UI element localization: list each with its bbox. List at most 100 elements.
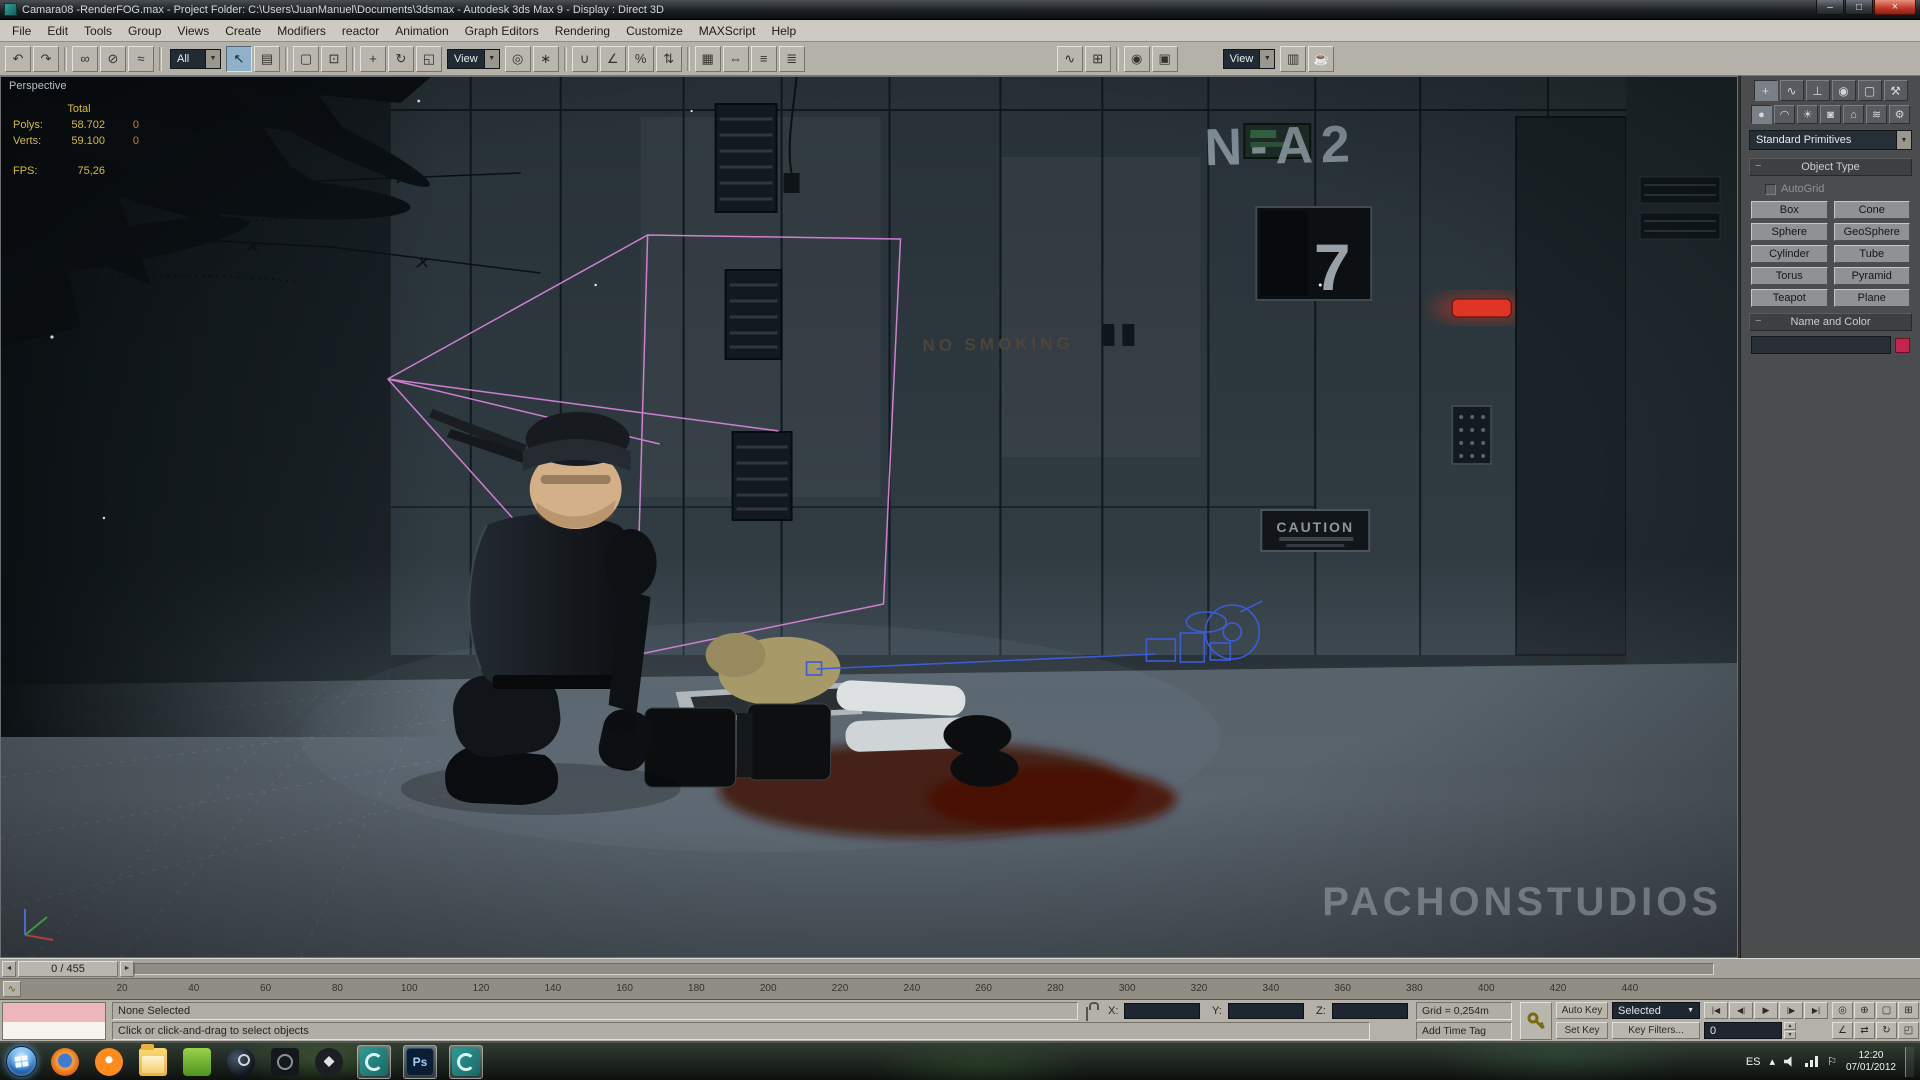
menu-animation[interactable]: Animation bbox=[387, 22, 456, 40]
category-shapes-icon[interactable]: ◠ bbox=[1774, 105, 1795, 124]
menu-rendering[interactable]: Rendering bbox=[547, 22, 618, 40]
quick-render-icon[interactable]: ☕ bbox=[1308, 46, 1334, 72]
time-slider-track[interactable] bbox=[134, 963, 1714, 975]
create-pyramid-button[interactable]: Pyramid bbox=[1834, 267, 1911, 285]
go-to-start-icon[interactable]: |◀ bbox=[1704, 1002, 1728, 1019]
render-setup-icon[interactable]: ▣ bbox=[1152, 46, 1178, 72]
object-type-rollout[interactable]: − Object Type bbox=[1749, 158, 1912, 176]
primitive-category-dropdown[interactable]: Standard Primitives ▼ bbox=[1749, 130, 1912, 150]
create-geosphere-button[interactable]: GeoSphere bbox=[1834, 223, 1911, 241]
green-app-icon[interactable] bbox=[183, 1048, 211, 1076]
frame-spin-down-icon[interactable]: ▼ bbox=[1784, 1031, 1796, 1039]
object-color-swatch[interactable] bbox=[1895, 338, 1910, 353]
menu-reactor[interactable]: reactor bbox=[334, 22, 387, 40]
category-spacewarps-icon[interactable]: ≋ bbox=[1866, 105, 1887, 124]
snaps-toggle-icon[interactable]: ∪ bbox=[572, 46, 598, 72]
3dsmax-secondary-icon[interactable] bbox=[452, 1048, 480, 1076]
select-and-rotate-icon[interactable]: ↻ bbox=[388, 46, 414, 72]
spinner-snap-icon[interactable]: ⇅ bbox=[656, 46, 682, 72]
show-desktop-button[interactable] bbox=[1905, 1047, 1914, 1077]
select-object-icon[interactable]: ↖ bbox=[226, 46, 252, 72]
previous-frame-button-icon[interactable]: ◀| bbox=[1729, 1002, 1753, 1019]
next-frame-icon[interactable]: ► bbox=[120, 961, 134, 977]
select-and-scale-icon[interactable]: ◱ bbox=[416, 46, 442, 72]
next-frame-button-icon[interactable]: |▶ bbox=[1779, 1002, 1803, 1019]
name-color-rollout[interactable]: − Name and Color bbox=[1749, 313, 1912, 331]
create-box-button[interactable]: Box bbox=[1751, 201, 1828, 219]
reference-coordinate-dropdown[interactable]: View ▼ bbox=[447, 49, 500, 69]
unity-icon[interactable] bbox=[315, 1048, 343, 1076]
dark-app-icon[interactable] bbox=[271, 1048, 299, 1076]
add-time-tag[interactable]: Add Time Tag bbox=[1416, 1022, 1512, 1040]
menu-customize[interactable]: Customize bbox=[618, 22, 691, 40]
previous-frame-icon[interactable]: ◄ bbox=[2, 961, 16, 977]
use-pivot-center-icon[interactable]: ◎ bbox=[505, 46, 531, 72]
material-editor-icon[interactable]: ◉ bbox=[1124, 46, 1150, 72]
angle-snap-icon[interactable]: ∠ bbox=[600, 46, 626, 72]
pan-view-icon[interactable]: ⇄ bbox=[1854, 1022, 1875, 1039]
maximize-viewport-icon[interactable]: ◰ bbox=[1898, 1022, 1919, 1039]
curve-editor-icon[interactable]: ∿ bbox=[1057, 46, 1083, 72]
start-button[interactable] bbox=[6, 1046, 37, 1077]
time-slider-handle[interactable]: 0 / 455 bbox=[18, 961, 118, 977]
window-crossing-icon[interactable]: ⊡ bbox=[321, 46, 347, 72]
explorer-icon[interactable] bbox=[139, 1048, 167, 1076]
zoom-icon[interactable]: ◎ bbox=[1832, 1002, 1853, 1019]
select-and-move-icon[interactable]: + bbox=[360, 46, 386, 72]
create-torus-button[interactable]: Torus bbox=[1751, 267, 1828, 285]
viewport-label[interactable]: Perspective bbox=[9, 80, 66, 92]
zoom-all-icon[interactable]: ⊕ bbox=[1854, 1002, 1875, 1019]
menu-maxscript[interactable]: MAXScript bbox=[691, 22, 764, 40]
category-cameras-icon[interactable]: ◙ bbox=[1820, 105, 1841, 124]
set-keys-button[interactable] bbox=[1520, 1002, 1552, 1040]
autogrid-checkbox[interactable]: AutoGrid bbox=[1765, 183, 1910, 195]
select-by-name-icon[interactable]: ▤ bbox=[254, 46, 280, 72]
create-tube-button[interactable]: Tube bbox=[1834, 245, 1911, 263]
create-cylinder-button[interactable]: Cylinder bbox=[1751, 245, 1828, 263]
menu-help[interactable]: Help bbox=[763, 22, 804, 40]
schematic-view-icon[interactable]: ⊞ bbox=[1085, 46, 1111, 72]
media-player-icon[interactable] bbox=[95, 1048, 123, 1076]
z-coordinate-field[interactable] bbox=[1332, 1003, 1408, 1019]
create-plane-button[interactable]: Plane bbox=[1834, 289, 1911, 307]
category-lights-icon[interactable]: ☀ bbox=[1797, 105, 1818, 124]
mini-curve-editor-icon[interactable]: ∿ bbox=[3, 981, 21, 997]
key-filters-button[interactable]: Key Filters... bbox=[1612, 1022, 1700, 1039]
layer-manager-icon[interactable]: ≣ bbox=[779, 46, 805, 72]
go-to-end-icon[interactable]: ▶| bbox=[1804, 1002, 1828, 1019]
steam-icon[interactable] bbox=[227, 1048, 255, 1076]
play-icon[interactable]: ▶ bbox=[1754, 1002, 1778, 1019]
mirror-icon[interactable]: ⇔ bbox=[723, 46, 749, 72]
menu-views[interactable]: Views bbox=[169, 22, 217, 40]
key-mode-dropdown[interactable]: Selected ▼ bbox=[1612, 1002, 1700, 1019]
y-coordinate-field[interactable] bbox=[1228, 1003, 1304, 1019]
tab-utilities-icon[interactable]: ⚒ bbox=[1884, 80, 1908, 101]
hidden-icons-icon[interactable]: ▴ bbox=[1770, 1055, 1776, 1068]
menu-create[interactable]: Create bbox=[217, 22, 269, 40]
minimize-icon[interactable]: – bbox=[1816, 0, 1844, 15]
category-geometry-icon[interactable]: ● bbox=[1751, 105, 1772, 124]
network-icon[interactable] bbox=[1805, 1056, 1818, 1067]
track-bar[interactable]: ∿ 20406080100120140160180200220240260280… bbox=[0, 978, 1920, 1000]
transform-lock-icon[interactable] bbox=[1086, 1007, 1088, 1021]
redo-icon[interactable]: ↷ bbox=[33, 46, 59, 72]
current-frame-field[interactable]: 0 bbox=[1704, 1022, 1782, 1039]
selection-region-icon[interactable]: ▢ bbox=[293, 46, 319, 72]
volume-icon[interactable] bbox=[1784, 1056, 1796, 1068]
undo-icon[interactable]: ↶ bbox=[5, 46, 31, 72]
zoom-extents-icon[interactable]: ▢ bbox=[1876, 1002, 1897, 1019]
object-name-input[interactable] bbox=[1751, 336, 1891, 354]
menu-file[interactable]: File bbox=[4, 22, 39, 40]
viewport-scene[interactable]: N-A2 7 NO SMOKING CAUTION bbox=[1, 77, 1737, 957]
align-icon[interactable]: ≡ bbox=[751, 46, 777, 72]
tab-hierarchy-icon[interactable]: ⊥ bbox=[1806, 80, 1830, 101]
menu-tools[interactable]: Tools bbox=[76, 22, 120, 40]
create-teapot-button[interactable]: Teapot bbox=[1751, 289, 1828, 307]
photoshop-icon[interactable]: Ps bbox=[406, 1048, 434, 1076]
tab-motion-icon[interactable]: ◉ bbox=[1832, 80, 1856, 101]
named-selection-sets-icon[interactable]: ▦ bbox=[695, 46, 721, 72]
menu-group[interactable]: Group bbox=[120, 22, 169, 40]
tab-display-icon[interactable]: ▢ bbox=[1858, 80, 1882, 101]
language-indicator[interactable]: ES bbox=[1746, 1056, 1761, 1068]
firefox-icon[interactable] bbox=[51, 1048, 79, 1076]
